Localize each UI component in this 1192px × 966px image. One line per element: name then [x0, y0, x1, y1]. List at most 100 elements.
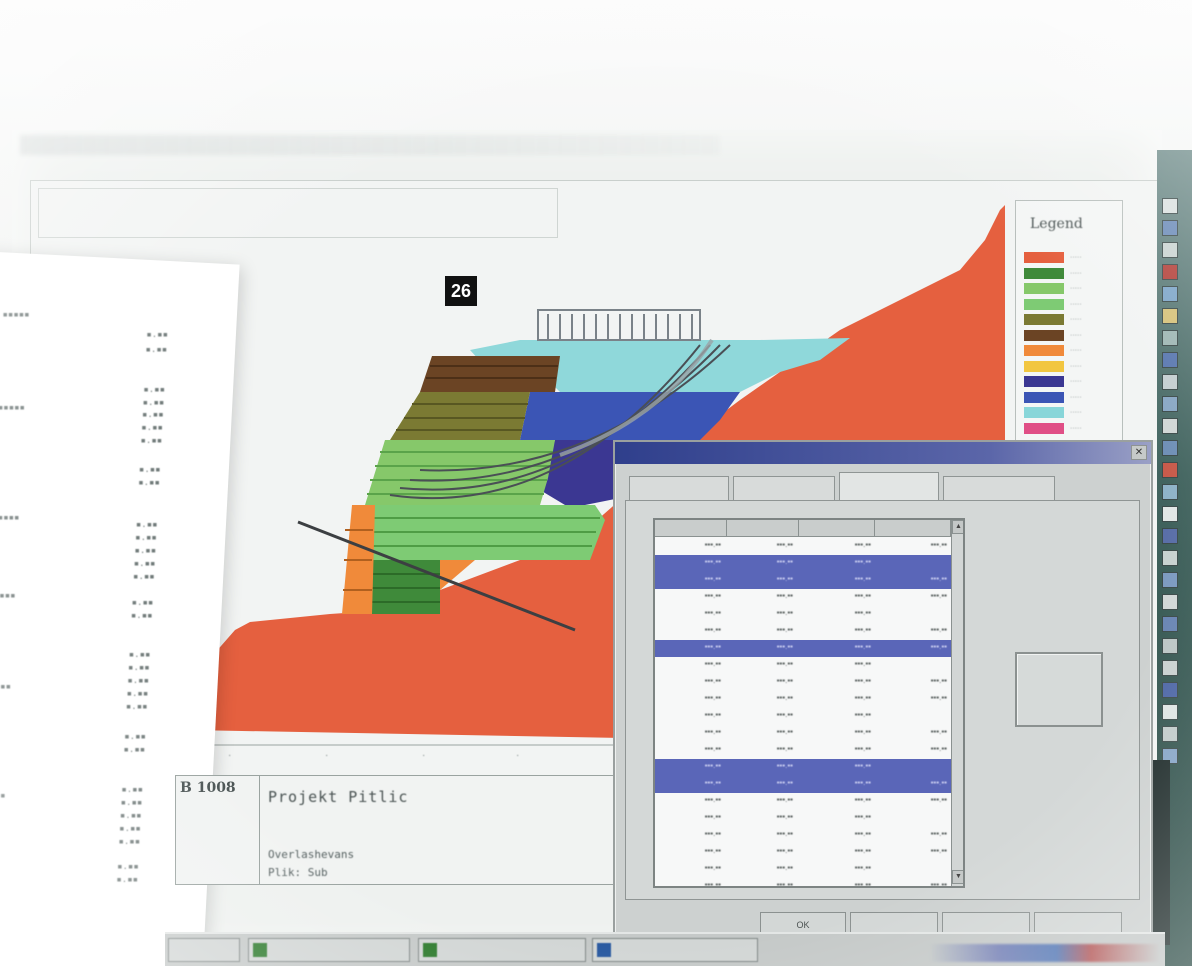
- toolbar-tool-icon[interactable]: [1162, 616, 1178, 632]
- toolbar-tool-icon[interactable]: [1162, 396, 1178, 412]
- tab-4[interactable]: [943, 476, 1055, 500]
- toolbar-tool-icon[interactable]: [1162, 308, 1178, 324]
- table-row[interactable]: ▪▪▪.▪▪ ▪▪▪.▪▪ ▪▪▪.▪▪ ▪▪▪.▪▪: [655, 674, 951, 691]
- app-icon: [253, 943, 267, 957]
- table-row[interactable]: ▪▪▪.▪▪ ▪▪▪.▪▪ ▪▪▪.▪▪ ▪▪▪.▪▪: [655, 640, 951, 657]
- close-icon[interactable]: ✕: [1131, 445, 1147, 460]
- table-cell: ▪▪▪.▪▪: [854, 795, 871, 804]
- legend-label: ·····: [1070, 331, 1082, 339]
- taskbar-item-4[interactable]: [592, 938, 758, 962]
- table-row[interactable]: ▪▪▪.▪▪ ▪▪▪.▪▪ ▪▪▪.▪▪ ▪▪▪.▪▪: [655, 878, 951, 888]
- table-scrollbar[interactable]: ▲ ▼: [951, 520, 963, 886]
- table-row[interactable]: ▪▪▪.▪▪ ▪▪▪.▪▪ ▪▪▪.▪▪ ▪▪▪.▪▪: [655, 572, 951, 589]
- toolbar-tool-icon[interactable]: [1162, 220, 1178, 236]
- toolbar-tool-icon[interactable]: [1162, 286, 1178, 302]
- results-table[interactable]: ▪▪▪.▪▪ ▪▪▪.▪▪ ▪▪▪.▪▪ ▪▪▪.▪▪ ▪▪▪.▪▪ ▪▪▪.▪▪ ▪▪▪.…: [653, 518, 965, 888]
- table-cell: ▪▪▪.▪▪: [776, 676, 793, 685]
- toolbar-tool-icon[interactable]: [1162, 264, 1178, 280]
- legend-title: Legend: [1030, 216, 1083, 232]
- toolbar-tool-icon[interactable]: [1162, 198, 1178, 214]
- toolbar-tool-icon[interactable]: [1162, 682, 1178, 698]
- paper-value: ▪.▪▪: [119, 824, 141, 834]
- table-row[interactable]: ▪▪▪.▪▪ ▪▪▪.▪▪ ▪▪▪.▪▪ ▪▪▪.▪▪: [655, 725, 951, 742]
- table-row[interactable]: ▪▪▪.▪▪ ▪▪▪.▪▪ ▪▪▪.▪▪: [655, 657, 951, 674]
- table-cell: ▪▪▪.▪▪: [776, 710, 793, 719]
- legend-label: ·····: [1070, 393, 1082, 401]
- column-header[interactable]: [727, 520, 799, 537]
- table-row[interactable]: ▪▪▪.▪▪ ▪▪▪.▪▪ ▪▪▪.▪▪ ▪▪▪.▪▪: [655, 827, 951, 844]
- paper-value: ▪.▪▪: [124, 732, 146, 742]
- toolbar-tool-icon[interactable]: [1162, 374, 1178, 390]
- table-cell: ▪▪▪.▪▪: [854, 642, 871, 651]
- table-cell: ▪▪▪.▪▪: [854, 744, 871, 753]
- table-cell: ▪▪▪.▪▪: [854, 846, 871, 855]
- paper-value: ▪.▪▪: [146, 330, 169, 340]
- toolbar-tool-icon[interactable]: [1162, 440, 1178, 456]
- table-row[interactable]: ▪▪▪.▪▪ ▪▪▪.▪▪ ▪▪▪.▪▪ ▪▪▪.▪▪: [655, 793, 951, 810]
- toolbar-tool-icon[interactable]: [1162, 660, 1178, 676]
- table-row[interactable]: ▪▪▪.▪▪ ▪▪▪.▪▪ ▪▪▪.▪▪: [655, 861, 951, 878]
- table-cell: ▪▪▪.▪▪: [704, 608, 721, 617]
- table-row[interactable]: ▪▪▪.▪▪ ▪▪▪.▪▪ ▪▪▪.▪▪ ▪▪▪.▪▪: [655, 691, 951, 708]
- toolbar-tool-icon[interactable]: [1162, 572, 1178, 588]
- toolbar-tool-icon[interactable]: [1162, 418, 1178, 434]
- legend-label: ·····: [1070, 347, 1082, 354]
- toolbar-tool-icon[interactable]: [1162, 506, 1178, 522]
- table-cell: ▪▪▪.▪▪: [704, 829, 721, 838]
- paper-label: ▪▪▪▪▪: [0, 791, 6, 801]
- table-cell: ▪▪▪.▪▪: [704, 880, 721, 888]
- table-row[interactable]: ▪▪▪.▪▪ ▪▪▪.▪▪ ▪▪▪.▪▪ ▪▪▪.▪▪: [655, 844, 951, 861]
- table-row[interactable]: ▪▪▪.▪▪ ▪▪▪.▪▪ ▪▪▪.▪▪ ▪▪▪.▪▪: [655, 538, 951, 555]
- toolbar-tool-icon[interactable]: [1162, 726, 1178, 742]
- tab-3[interactable]: [839, 472, 939, 500]
- toolbar-tool-icon[interactable]: [1162, 638, 1178, 654]
- legend-swatch: [1024, 283, 1064, 294]
- table-cell: ▪▪▪.▪▪: [776, 591, 793, 600]
- table-row[interactable]: ▪▪▪.▪▪ ▪▪▪.▪▪ ▪▪▪.▪▪: [655, 810, 951, 827]
- paper-value: ▪.▪▪: [131, 598, 154, 608]
- table-row[interactable]: ▪▪▪.▪▪ ▪▪▪.▪▪ ▪▪▪.▪▪ ▪▪▪.▪▪: [655, 623, 951, 640]
- legend-label: ·····: [1070, 378, 1082, 385]
- toolbar-tool-icon[interactable]: [1162, 352, 1178, 368]
- toolbar-tool-icon[interactable]: [1162, 242, 1178, 258]
- table-row[interactable]: ▪▪▪.▪▪ ▪▪▪.▪▪ ▪▪▪.▪▪ ▪▪▪.▪▪: [655, 742, 951, 759]
- toolbar-tool-icon[interactable]: [1162, 528, 1178, 544]
- table-row[interactable]: ▪▪▪.▪▪ ▪▪▪.▪▪ ▪▪▪.▪▪: [655, 708, 951, 725]
- tab-2[interactable]: [733, 476, 835, 500]
- toolbar-tool-icon[interactable]: [1162, 704, 1178, 720]
- taskbar-item-1[interactable]: [168, 938, 240, 962]
- table-row[interactable]: ▪▪▪.▪▪ ▪▪▪.▪▪ ▪▪▪.▪▪: [655, 606, 951, 623]
- toolbar-tool-icon[interactable]: [1162, 330, 1178, 346]
- toolbar-tool-icon[interactable]: [1162, 550, 1178, 566]
- taskbar-item-2[interactable]: [248, 938, 410, 962]
- axis-tick: ·: [516, 750, 520, 761]
- table-row[interactable]: ▪▪▪.▪▪ ▪▪▪.▪▪ ▪▪▪.▪▪: [655, 555, 951, 572]
- table-row[interactable]: ▪▪▪.▪▪ ▪▪▪.▪▪ ▪▪▪.▪▪: [655, 759, 951, 776]
- side-action-button[interactable]: [1015, 652, 1103, 727]
- column-header[interactable]: [655, 520, 727, 537]
- column-header[interactable]: [799, 520, 875, 537]
- table-cell: ▪▪▪.▪▪: [704, 846, 721, 855]
- dialog-titlebar[interactable]: ✕: [615, 442, 1151, 464]
- table-cell: ▪▪▪.▪▪: [704, 574, 721, 583]
- drawing-id: B 1008: [180, 780, 236, 796]
- paper-value: ▪.▪▪: [128, 663, 150, 673]
- column-header[interactable]: [875, 520, 951, 537]
- scroll-down-icon[interactable]: ▼: [952, 870, 963, 884]
- taskbar-item-3[interactable]: [418, 938, 586, 962]
- paper-value: ▪.▪▪: [141, 410, 164, 420]
- tab-1[interactable]: [629, 476, 729, 500]
- system-tray[interactable]: [930, 944, 1160, 962]
- scroll-up-icon[interactable]: ▲: [952, 520, 963, 534]
- table-cell: ▪▪▪.▪▪: [854, 727, 871, 736]
- table-row[interactable]: ▪▪▪.▪▪ ▪▪▪.▪▪ ▪▪▪.▪▪ ▪▪▪.▪▪: [655, 589, 951, 606]
- toolbar-tool-icon[interactable]: [1162, 484, 1178, 500]
- toolbar-tool-icon[interactable]: [1162, 462, 1178, 478]
- axis-tick: ·: [228, 750, 232, 761]
- table-cell: ▪▪▪.▪▪: [854, 693, 871, 702]
- toolbar-tool-icon[interactable]: [1162, 594, 1178, 610]
- table-row[interactable]: ▪▪▪.▪▪ ▪▪▪.▪▪ ▪▪▪.▪▪ ▪▪▪.▪▪: [655, 776, 951, 793]
- surcharge-load: [537, 309, 701, 341]
- paper-label: ▪▪▪▪▪: [0, 591, 16, 601]
- legend-swatch: [1024, 252, 1064, 263]
